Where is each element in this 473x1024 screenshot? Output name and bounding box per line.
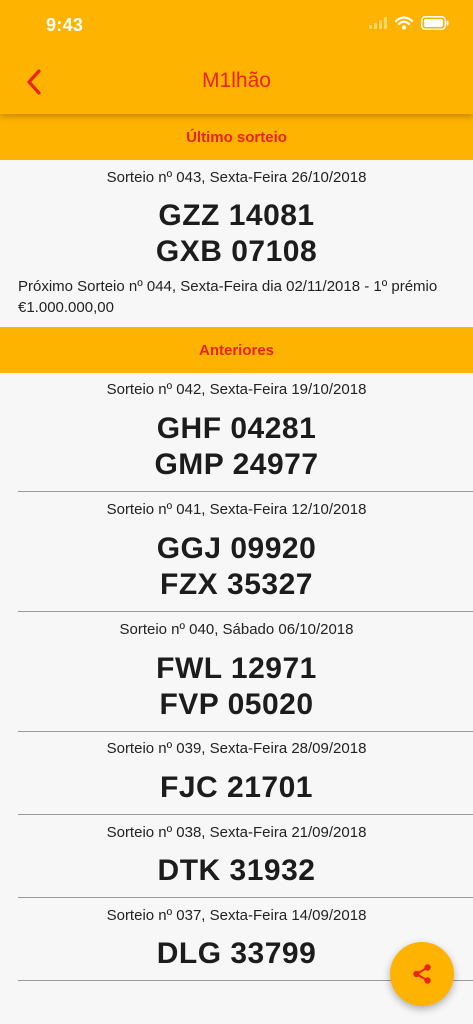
divider [18,611,473,612]
draw-date: Sorteio nº 038, Sexta-Feira 21/09/2018 [106,824,367,841]
signal-icon [369,17,387,29]
draw-code: FZX 35327 [160,568,313,601]
latest-draw-date: Sorteio nº 043, Sexta-Feira 26/10/2018 [106,169,367,186]
status-time: 9:43 [46,15,84,35]
divider [18,814,473,815]
latest-code-2: GXB 07108 [155,235,318,268]
draw-date: Sorteio nº 040, Sábado 06/10/2018 [119,621,354,638]
section-header-previous: Anteriores [0,327,473,373]
share-icon [413,964,431,984]
app-screen: 9:43 M1lhão Último sorteio Sorteio nº 04… [0,0,473,1024]
next-draw-info: Próximo Sorteio nº 044, Sexta-Feira dia … [18,278,438,316]
divider [18,491,473,492]
draw-code: GHF 04281 [156,412,317,445]
draw-date: Sorteio nº 039, Sexta-Feira 28/09/2018 [106,740,367,757]
wifi-icon [395,16,413,30]
page-title: M1lhão [202,69,271,92]
divider [18,731,473,732]
draw-code: GMP 24977 [154,448,319,481]
latest-code-1: GZZ 14081 [158,199,315,232]
draw-code: FVP 05020 [159,688,314,721]
status-icons [369,16,449,30]
draw-date: Sorteio nº 042, Sexta-Feira 19/10/2018 [106,381,367,398]
section-header-latest: Último sorteio [0,114,473,160]
draw-code: DTK 31932 [157,854,316,887]
draw-date: Sorteio nº 037, Sexta-Feira 14/09/2018 [106,907,367,924]
draw-code: FWL 12971 [156,652,317,685]
share-button[interactable] [390,942,454,1006]
draw-date: Sorteio nº 041, Sexta-Feira 12/10/2018 [106,501,367,518]
draw-code: GGJ 09920 [156,532,317,565]
top-bar: 9:43 M1lhão [0,0,473,114]
battery-icon [421,16,449,30]
draw-code: FJC 21701 [160,771,313,804]
divider [18,897,473,898]
